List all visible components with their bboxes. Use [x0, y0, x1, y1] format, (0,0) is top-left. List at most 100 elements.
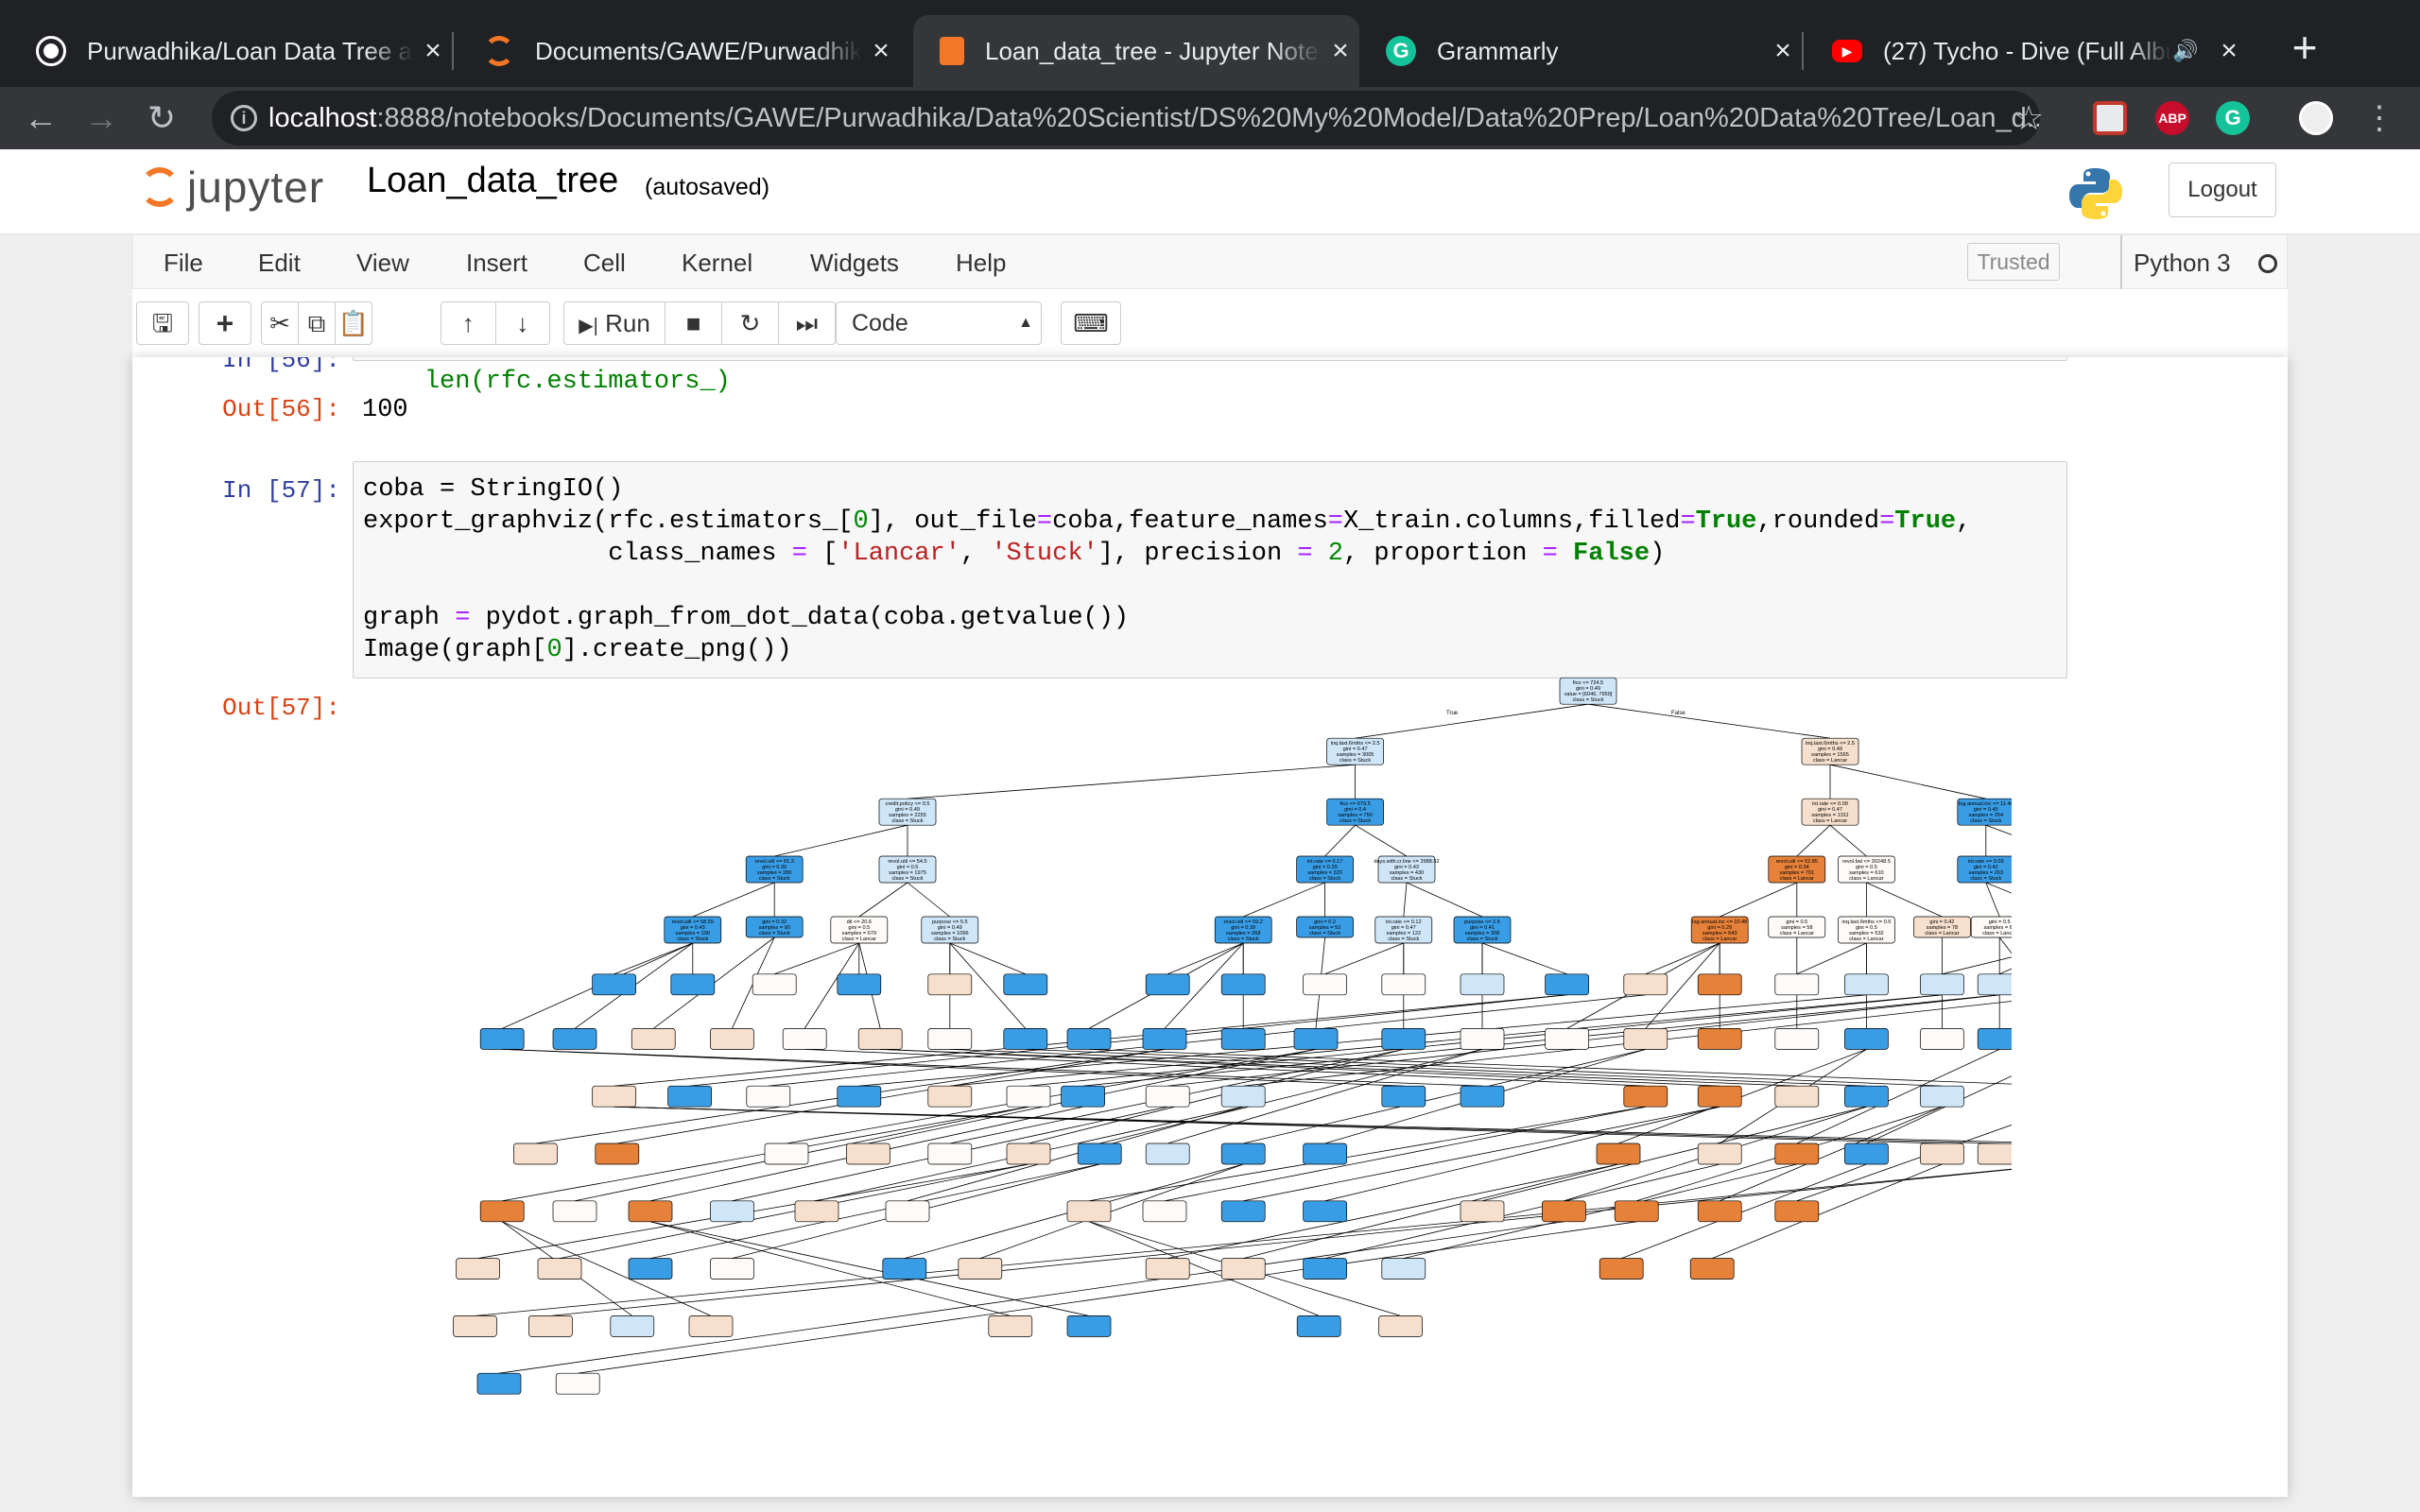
bookmark-star-icon[interactable]: ☆ [2014, 91, 2061, 146]
site-info-icon[interactable]: i [231, 105, 257, 131]
menu-help[interactable]: Help [956, 235, 1006, 290]
insert-cell-button[interactable]: + [199, 301, 251, 345]
profile-avatar[interactable] [2299, 101, 2333, 135]
tree-leaf-node [1066, 1315, 1112, 1337]
menu-cell[interactable]: Cell [583, 235, 626, 290]
tree-node-box [610, 1315, 655, 1337]
tree-leaf-node [1460, 1200, 1505, 1223]
paste-icon[interactable]: 📋 [336, 302, 372, 344]
tree-node-text: class = Stuck [677, 936, 708, 942]
run-control-button-group: ▶| Run ■ ↻ ⏭ [563, 301, 836, 345]
adblock-plus-icon[interactable]: ABP [2155, 101, 2189, 135]
tree-node: revol.util <= 59.2gini = 0.39samples = 2… [1214, 916, 1272, 944]
tree-node: purpose <= 2.5gini = 0.41samples = 308cl… [1453, 916, 1512, 944]
jupyter-icon [484, 36, 514, 66]
menu-edit[interactable]: Edit [258, 235, 301, 290]
tree-edge [1587, 703, 1831, 739]
browser-tab-grammarly[interactable]: G Grammarly × [1359, 15, 1804, 87]
tree-node-box [927, 1143, 973, 1165]
address-bar[interactable]: i localhost:8888/notebooks/Documents/GAW… [212, 91, 2040, 146]
tree-edge [1829, 764, 1986, 799]
trusted-indicator[interactable]: Trusted [1967, 243, 2060, 281]
tree-leaf-node [1006, 1085, 1051, 1108]
tree-leaf-node [1774, 1085, 1820, 1108]
tree-leaf-node [1220, 1258, 1266, 1280]
tree-node-box [1220, 1085, 1266, 1108]
notes-extension-icon[interactable] [2093, 101, 2127, 135]
tree-node-text: class = Lancar [1925, 931, 1959, 936]
tree-edge [1324, 1106, 1720, 1202]
tree-edge [907, 882, 951, 918]
new-tab-button[interactable]: + [2278, 23, 2331, 76]
menu-kernel[interactable]: Kernel [682, 235, 752, 290]
grammarly-icon: G [1386, 36, 1416, 66]
tree-leaf-node [1220, 1143, 1266, 1165]
restart-icon[interactable]: ↻ [722, 302, 780, 344]
menu-insert[interactable]: Insert [466, 235, 527, 290]
tree-leaf-node [552, 1200, 597, 1223]
tree-node: inq.last.6mths <= 2.5gini = 0.47samples … [1326, 737, 1384, 765]
browser-tab-github[interactable]: Purwadhika/Loan Data Tree at m × [9, 15, 454, 87]
jupyter-logo[interactable]: jupyter [140, 159, 324, 215]
tree-node-box [1614, 1200, 1659, 1223]
copy-icon[interactable]: ⧉ [299, 302, 336, 344]
tree-node-text: class = Stuck [1340, 818, 1371, 824]
arrow-up-icon[interactable]: ↑ [441, 302, 496, 344]
forward-button[interactable]: → [76, 93, 127, 144]
tree-node-box [1003, 973, 1048, 996]
tree-node-text: class = Stuck [1970, 876, 2001, 882]
arrow-down-icon[interactable]: ↓ [496, 302, 550, 344]
menu-widgets[interactable]: Widgets [810, 235, 899, 290]
cut-scissors-icon[interactable]: ✂ [262, 302, 299, 344]
tree-leaf-node [667, 1085, 712, 1108]
menu-view[interactable]: View [356, 235, 409, 290]
tree-node-box [1844, 973, 1889, 996]
tree-node-box [592, 1085, 636, 1108]
tree-leaf-node [1006, 1143, 1051, 1165]
logout-button[interactable]: Logout [2169, 163, 2276, 217]
tree-leaf-node [1689, 1258, 1735, 1280]
tree-node-box [1977, 1028, 2012, 1050]
reload-button[interactable]: ↻ [136, 93, 187, 144]
audio-playing-icon[interactable]: 🔊 [2172, 39, 2210, 63]
stop-icon[interactable]: ■ [666, 302, 723, 344]
browser-menu-icon[interactable]: ⋮ [2354, 93, 2405, 144]
tree-node-box [1142, 1028, 1187, 1050]
code-cell-56[interactable]: len(rfc.estimators_) [353, 357, 2067, 396]
browser-tab-loan-data-tree[interactable]: Loan_data_tree - Jupyter Notebo × [913, 15, 1359, 87]
close-tab-icon[interactable]: × [2210, 35, 2248, 67]
tree-leaf-node [927, 1028, 973, 1050]
close-tab-icon[interactable]: × [1764, 35, 1802, 67]
menu-file[interactable]: File [164, 235, 203, 290]
code-cell-57[interactable]: coba = StringIO() export_graphviz(rfc.es… [353, 461, 2067, 679]
close-tab-icon[interactable]: × [414, 35, 452, 67]
save-button[interactable]: 🖫 [136, 301, 189, 345]
command-palette-button[interactable]: ⌨ [1061, 301, 1121, 345]
cell-type-select[interactable]: Code ▲ [836, 301, 1042, 345]
close-tab-icon[interactable]: × [862, 35, 900, 67]
notebook-name[interactable]: Loan_data_tree [367, 161, 618, 201]
browser-tab-youtube[interactable]: ▶ (27) Tycho - Dive (Full Album 🔊 × [1806, 15, 2248, 87]
grammarly-extension-icon[interactable]: G [2216, 101, 2250, 135]
browser-tab-jupyter-tree[interactable]: Documents/GAWE/Purwadhika/ × [458, 15, 900, 87]
tree-node-box [710, 1258, 754, 1280]
fast-forward-icon[interactable]: ⏭ [779, 302, 835, 344]
tree-leaf-node [537, 1258, 582, 1280]
notebook-container[interactable]: len(rfc.estimators_) In [56]: Out[56]: 1… [132, 357, 2288, 1497]
tree-node-box [927, 1085, 973, 1108]
tree-edge [1403, 882, 1408, 918]
tree-node-box [1066, 1200, 1112, 1223]
floppy-disk-icon: 🖫 [151, 309, 174, 337]
back-button[interactable]: ← [15, 93, 66, 144]
tree-edge [1025, 1049, 1943, 1087]
run-button[interactable]: ▶| Run [564, 302, 666, 344]
tree-leaf-node [628, 1258, 673, 1280]
close-tab-icon[interactable]: × [1322, 35, 1359, 67]
tree-node-box [528, 1315, 573, 1337]
tree-edge [907, 764, 1356, 799]
tree-node-box [1145, 1085, 1190, 1108]
tree-node: days.with.cr.line <= 2988.52gini = 0.43s… [1374, 855, 1440, 884]
tree-node-text: class = Stuck [891, 876, 923, 882]
kernel-name[interactable]: Python 3 [2120, 235, 2231, 290]
tree-leaf-node [1774, 973, 1820, 996]
